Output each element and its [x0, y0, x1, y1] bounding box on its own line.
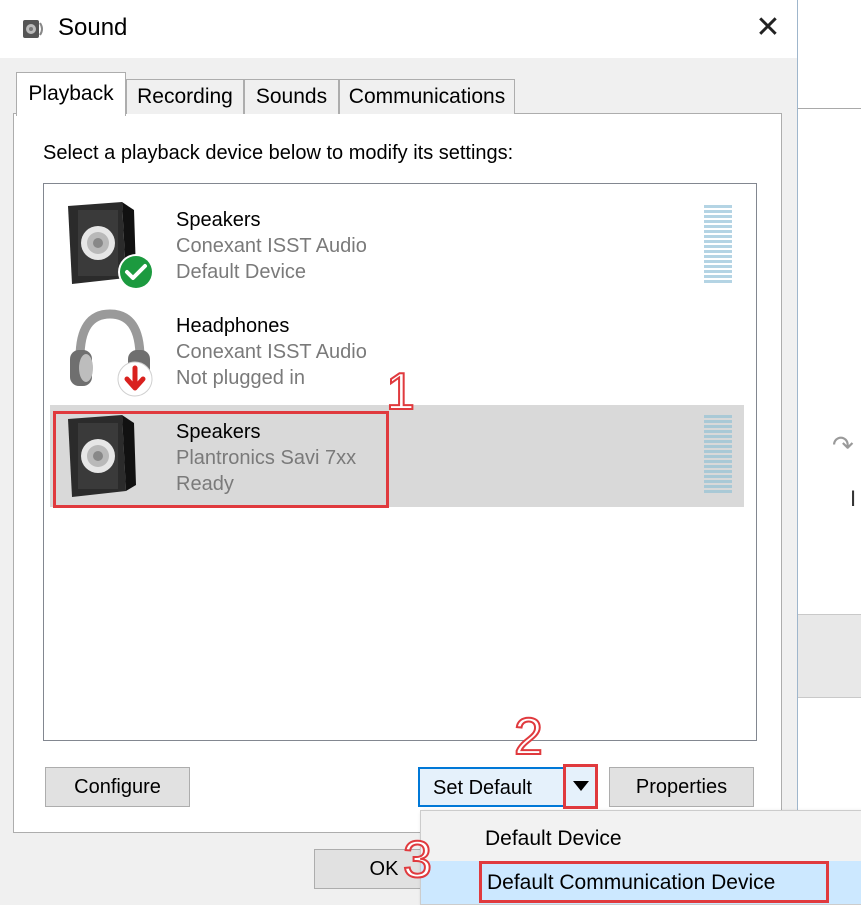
configure-button[interactable]: Configure [45, 767, 190, 807]
volume-meter [704, 205, 732, 283]
background-window-header [798, 0, 861, 109]
red-down-arrow-badge-icon [117, 361, 153, 397]
window-title: Sound [58, 14, 128, 41]
tab-sounds[interactable]: Sounds [244, 79, 339, 114]
menu-item-default-device[interactable]: Default Device [421, 817, 861, 861]
tab-communications[interactable]: Communications [339, 79, 515, 114]
step-number-3: 3 [402, 830, 433, 890]
chevron-down-icon [573, 781, 589, 791]
device-driver: Conexant ISST Audio [176, 235, 367, 257]
green-check-badge-icon [118, 254, 154, 290]
background-window: ↷ I [797, 0, 861, 903]
highlight-box-device [53, 411, 389, 508]
menu-item-default-communication-device[interactable]: Default Communication Device [421, 861, 861, 904]
tab-recording[interactable]: Recording [126, 79, 244, 114]
step-number-2: 2 [513, 707, 544, 767]
menu-item-label: Default Communication Device [487, 871, 776, 894]
step-number-1: 1 [385, 362, 416, 422]
device-name: Headphones [176, 315, 290, 337]
instruction-text: Select a playback device below to modify… [43, 142, 514, 164]
device-row[interactable]: Speakers Conexant ISST Audio Default Dev… [50, 192, 744, 294]
device-status: Default Device [176, 261, 307, 283]
set-default-dropdown-arrow[interactable] [563, 764, 598, 809]
device-driver: Conexant ISST Audio [176, 341, 367, 363]
close-icon[interactable]: ✕ [748, 8, 788, 48]
set-default-label: Set Default [433, 777, 532, 799]
title-bar: Sound ✕ [0, 0, 797, 58]
device-name: Speakers [176, 209, 261, 231]
sound-app-icon [23, 20, 43, 38]
device-status: Not plugged in [176, 367, 305, 389]
volume-meter [704, 415, 732, 493]
background-redo-icon: ↷ [832, 430, 854, 460]
set-default-menu: Default Device Default Communication Dev… [420, 810, 861, 905]
background-text-fragment: I [850, 486, 857, 511]
background-window-band [798, 614, 861, 698]
tab-playback[interactable]: Playback [16, 72, 126, 116]
properties-button[interactable]: Properties [609, 767, 754, 807]
